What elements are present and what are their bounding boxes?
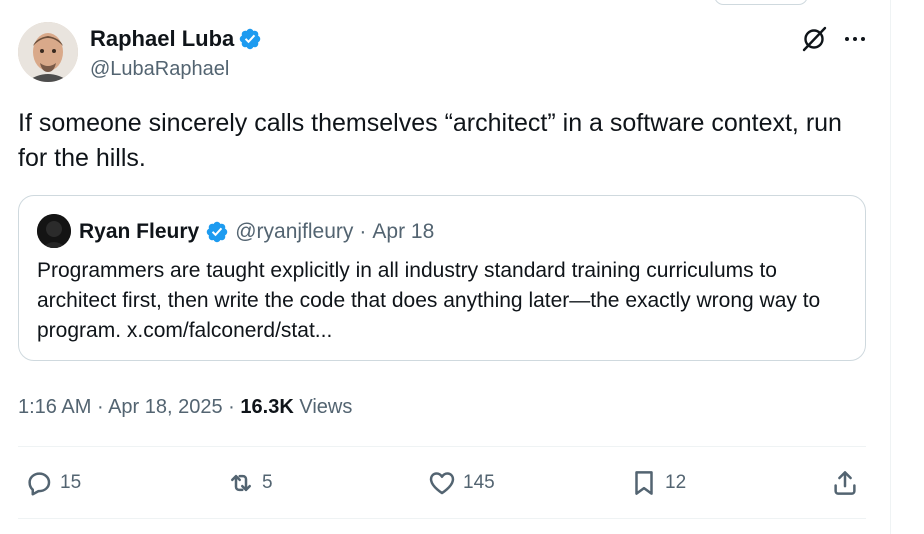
tweet-meta: 1:16 AM · Apr 18, 2025 · 16.3K Views [18, 393, 352, 421]
column-divider [890, 0, 891, 534]
tweet-date[interactable]: Apr 18, 2025 [108, 396, 223, 418]
more-icon[interactable] [842, 26, 868, 52]
author-avatar[interactable] [18, 22, 78, 82]
bookmark-icon [635, 471, 653, 495]
quoted-tweet-card[interactable]: Ryan Fleury @ryanjfleury · Apr 18 Progra… [18, 195, 866, 361]
repost-count: 5 [262, 472, 273, 493]
author-handle[interactable]: @LubaRaphael [90, 56, 229, 82]
reply-icon [28, 472, 51, 496]
verified-badge-icon[interactable] [238, 27, 262, 51]
divider-bottom [18, 518, 866, 519]
share-icon [834, 471, 856, 495]
divider-top [18, 446, 866, 447]
tweet-text: If someone sincerely calls themselves “a… [18, 109, 842, 172]
share-button[interactable] [830, 466, 860, 500]
quoted-tweet-date[interactable]: Apr 18 [372, 220, 434, 244]
bookmark-count: 12 [665, 472, 687, 493]
verified-badge-icon [205, 220, 229, 244]
quoted-author-name[interactable]: Ryan Fleury [79, 220, 199, 244]
like-button[interactable]: 145 [427, 466, 495, 500]
quoted-meta-separator: · [359, 220, 367, 243]
meta-separator-2: · [228, 396, 235, 418]
quoted-tweet-text: Programmers are taught explicitly in all… [37, 259, 821, 342]
quoted-author-handle[interactable]: @ryanjfleury [235, 220, 353, 244]
author-name-text[interactable]: Raphael Luba [90, 25, 234, 53]
top-button-edge[interactable] [714, 0, 808, 5]
views-label: Views [299, 396, 353, 418]
author-name[interactable]: Raphael Luba [90, 25, 262, 53]
grok-icon[interactable] [800, 25, 828, 53]
views-count: 16.3K [240, 396, 294, 418]
reply-button[interactable]: 15 [24, 466, 81, 500]
quoted-tweet-header: Ryan Fleury @ryanjfleury · Apr 18 [79, 217, 434, 247]
tweet-time[interactable]: 1:16 AM [18, 396, 91, 418]
like-count: 145 [463, 472, 495, 493]
repost-button[interactable]: 5 [226, 466, 273, 500]
reply-count: 15 [60, 472, 82, 493]
like-icon [429, 472, 455, 495]
meta-separator: · [96, 396, 104, 418]
quoted-author-avatar[interactable] [37, 214, 71, 248]
repost-icon [231, 474, 251, 492]
bookmark-button[interactable]: 12 [629, 466, 686, 500]
